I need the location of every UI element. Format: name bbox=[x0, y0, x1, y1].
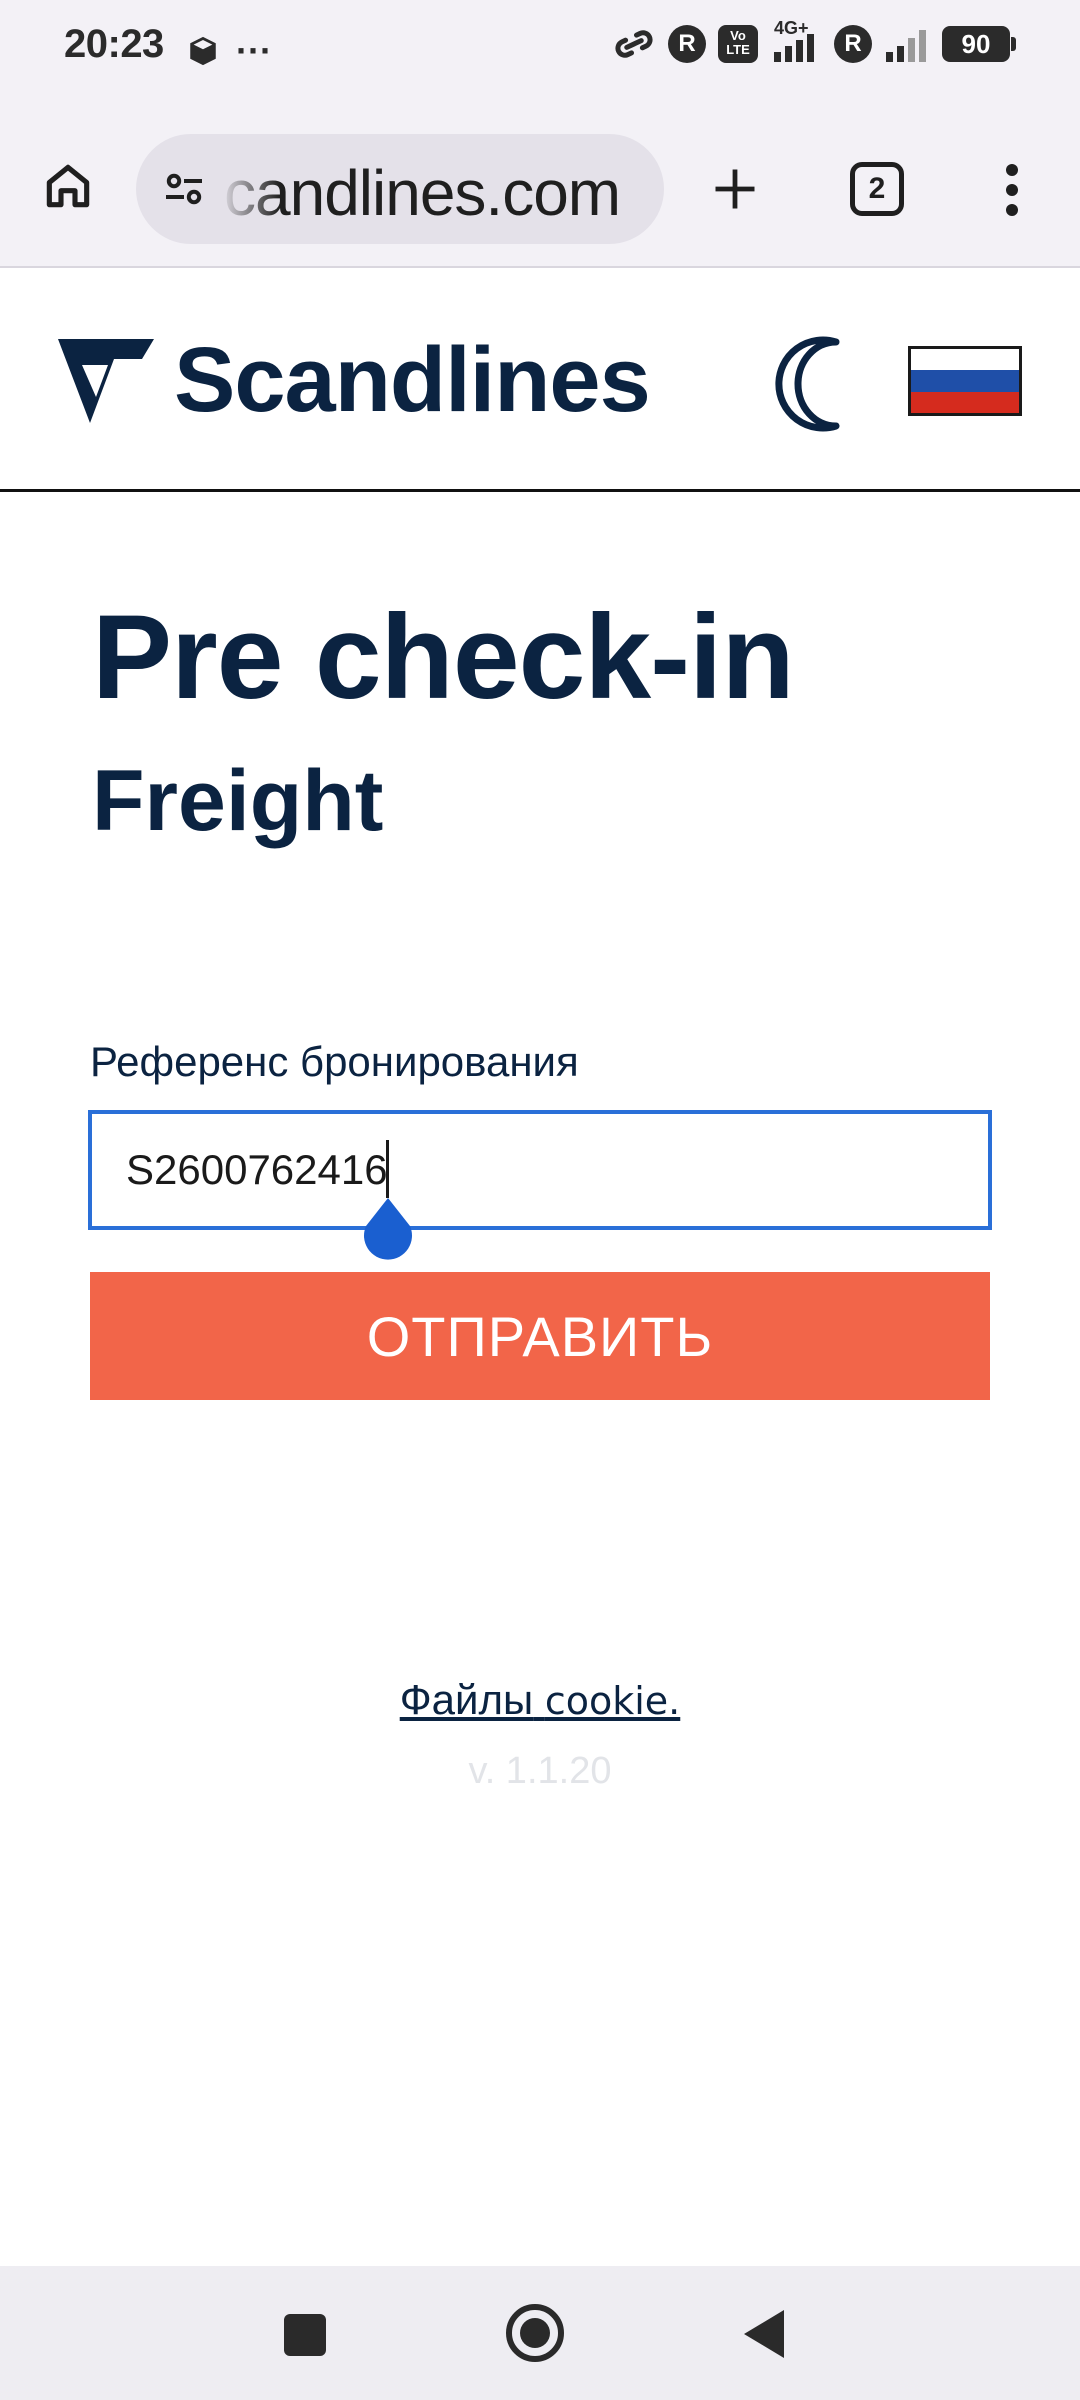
flag-stripe-blue bbox=[911, 370, 1019, 392]
status-right-icons: R Vo LTE 4G+ R 90 bbox=[612, 18, 1016, 64]
browser-toolbar: candlines.com 2 bbox=[0, 96, 1080, 268]
cookie-link-prefix[interactable]: Файлы bbox=[400, 1676, 533, 1723]
status-time: 20:23 bbox=[64, 22, 164, 66]
link-icon bbox=[615, 30, 653, 58]
roaming-badge-icon: R bbox=[668, 25, 706, 63]
browser-menu-button[interactable] bbox=[984, 154, 1040, 226]
package-icon bbox=[190, 36, 216, 66]
text-selection-handle-icon[interactable] bbox=[360, 1196, 416, 1262]
url-fade bbox=[220, 134, 280, 244]
booking-reference-input[interactable] bbox=[88, 1110, 992, 1230]
site-settings-icon[interactable] bbox=[156, 161, 212, 217]
flag-stripe-white bbox=[911, 349, 1019, 371]
browser-home-button[interactable] bbox=[36, 154, 100, 218]
scandlines-logo[interactable]: Scandlines bbox=[56, 328, 651, 433]
page-title: Pre check-in bbox=[92, 590, 795, 724]
flag-stripe-red bbox=[911, 391, 1019, 413]
roaming-badge-icon: R bbox=[834, 25, 872, 63]
back-button[interactable] bbox=[744, 2310, 784, 2358]
system-navigation-bar bbox=[0, 2266, 1080, 2400]
status-bar: 20:23 ··· R Vo LTE 4G+ R 90 bbox=[0, 0, 1080, 96]
language-flag-button[interactable] bbox=[908, 346, 1022, 416]
submit-button[interactable]: ОТПРАВИТЬ bbox=[90, 1272, 990, 1400]
text-caret bbox=[386, 1140, 389, 1198]
scandlines-logo-mark-icon bbox=[58, 338, 154, 423]
new-tab-button[interactable] bbox=[700, 154, 770, 224]
booking-reference-label: Референс бронирования bbox=[90, 1038, 579, 1085]
home-dot-icon bbox=[520, 2318, 550, 2348]
logo-text: Scandlines bbox=[174, 329, 651, 431]
signal-icon bbox=[886, 30, 926, 62]
cookie-link[interactable]: Файлы cookie. bbox=[0, 1676, 1080, 1724]
cookie-link-text[interactable]: cookie. bbox=[545, 1679, 680, 1723]
home-button[interactable] bbox=[506, 2304, 564, 2362]
volte-icon: Vo LTE bbox=[718, 25, 758, 63]
url-text: candlines.com bbox=[224, 157, 621, 229]
app-version: v. 1.1.20 bbox=[468, 1750, 612, 1792]
dark-mode-toggle-icon[interactable] bbox=[770, 334, 870, 434]
battery-icon: 90 bbox=[942, 26, 1016, 62]
page-subtitle: Freight bbox=[92, 753, 384, 849]
home-icon bbox=[46, 164, 90, 208]
recent-apps-button[interactable] bbox=[284, 2314, 326, 2356]
site-header: Scandlines bbox=[0, 270, 1080, 492]
address-bar[interactable]: candlines.com bbox=[136, 134, 664, 244]
signal-4g-icon: 4G+ bbox=[770, 18, 822, 64]
status-left-icons: ··· bbox=[186, 30, 272, 72]
more-vert-icon bbox=[1006, 164, 1018, 216]
more-notifications-icon: ··· bbox=[236, 30, 272, 71]
plus-icon bbox=[715, 169, 755, 209]
tab-switcher-button[interactable]: 2 bbox=[850, 162, 904, 216]
